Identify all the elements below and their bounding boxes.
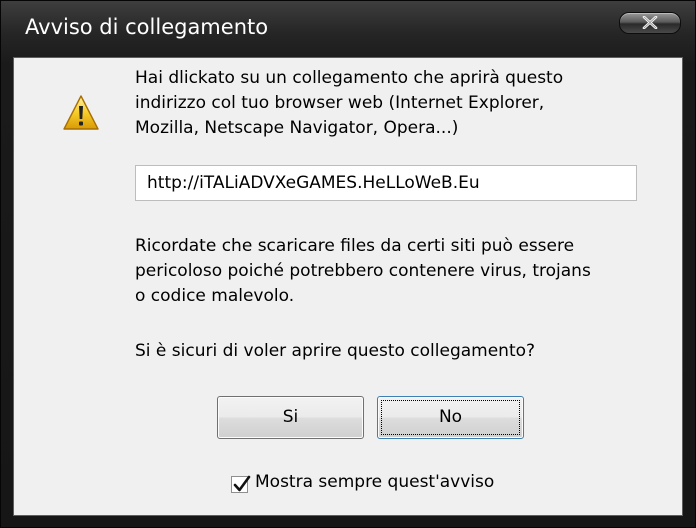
- window-title: Avviso di collegamento: [25, 15, 269, 39]
- focus-rect: [381, 400, 520, 435]
- warning-line-2: pericoloso poiché potrebbero contenere v…: [135, 261, 591, 281]
- message-line-2: indirizzo col tuo browser web (Internet …: [135, 93, 545, 113]
- message-line-3: Mozilla, Netscape Navigator, Opera...): [135, 118, 459, 138]
- no-button[interactable]: No: [377, 396, 524, 439]
- dialog-window: Avviso di collegamento Hai dlickato su u…: [0, 0, 696, 528]
- title-bar[interactable]: Avviso di collegamento: [1, 1, 695, 57]
- url-field[interactable]: http://iTALiADVXeGAMES.HeLLoWeB.Eu: [135, 165, 637, 201]
- yes-button[interactable]: Si: [217, 396, 364, 439]
- message-line-1: Hai dlickato su un collegamento che apri…: [135, 68, 564, 88]
- show-warning-checkbox[interactable]: [231, 475, 251, 493]
- warning-line-3: o codice malevolo.: [135, 286, 295, 306]
- close-icon: [642, 16, 658, 29]
- dialog-content: Hai dlickato su un collegamento che apri…: [13, 57, 683, 516]
- check-icon: [233, 475, 251, 492]
- warning-line-1: Ricordate che scaricare files da certi s…: [135, 236, 575, 256]
- confirm-question: Si è sicuri di voler aprire questo colle…: [135, 341, 536, 361]
- close-button[interactable]: [619, 12, 681, 34]
- warning-icon: [63, 95, 99, 130]
- show-warning-label[interactable]: Mostra sempre quest'avviso: [255, 472, 494, 492]
